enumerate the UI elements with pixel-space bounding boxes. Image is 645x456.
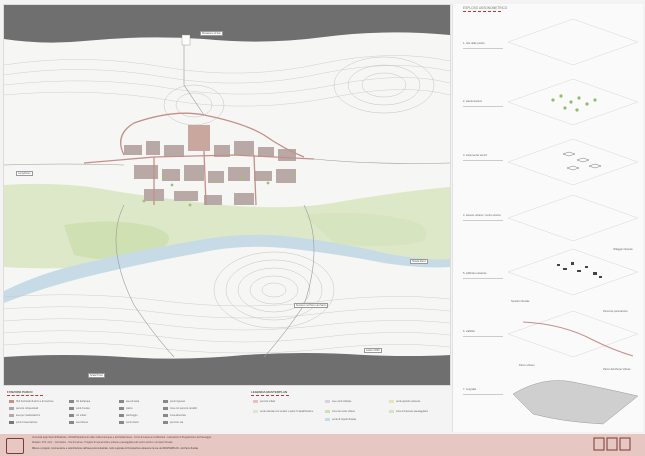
callout-2: Sentiero fluviale (511, 300, 530, 303)
layer-rule-2 (463, 106, 503, 107)
layer-rule-4 (463, 220, 503, 221)
footer-line-1: Università degli Studi di Basilicata - D… (32, 437, 212, 439)
callout-4: Parco urbano (519, 364, 535, 367)
masterplan-map[interactable] (4, 5, 450, 385)
label-riverside: Lungofiume (16, 171, 33, 176)
legend-right-2: verde naturale con sentieri e spazi di r… (253, 410, 313, 413)
map-bottom-band (4, 353, 450, 385)
legend-item-l1: Hub funzionali di arrivo e di ricezione (9, 400, 54, 403)
layer-label-2: 2. piantumazioni (463, 100, 482, 103)
studio-logo-icon (593, 437, 631, 451)
legend-right-4: zone del verde urbano (325, 410, 355, 413)
label-monastery: Monastero di San (200, 31, 223, 36)
legend-item-m2: punti di sosta (69, 407, 90, 410)
legend-right-underline (251, 395, 289, 397)
layer-label-7: 7. orografia (463, 388, 477, 391)
legend-item-m4: area fitness (69, 421, 88, 424)
board: MASTERPLAN DI PROGETTO (0, 0, 645, 456)
legend-right-6: verde agricolo esistente (389, 400, 420, 403)
legend-item-o4: percorso vita (163, 421, 183, 424)
label-right-road: Strada Parco (410, 259, 428, 264)
layer-buildings (557, 262, 602, 278)
layer-trees (551, 94, 597, 112)
callout-1: Villaggio Operaio (613, 248, 633, 251)
legend-item-n2: piazze (119, 407, 133, 410)
town-fabric (124, 125, 296, 205)
callout-5: Parco del Monte Vulture (603, 368, 631, 371)
legend-item-o3: zona attrezzata (163, 414, 186, 417)
footer-line-3: Rilievo e progetto, riconnessione e valo… (32, 448, 199, 450)
layer-plates (507, 18, 639, 358)
layer-label-5: 5. edificato esistente (463, 272, 487, 275)
layer-road (522, 321, 634, 357)
layer-rule-6 (463, 336, 503, 337)
layer-services (562, 151, 602, 171)
legend-right-7: zone di interesse paesaggistico (389, 410, 428, 413)
hill-contours (163, 56, 435, 329)
legend-item-n4: punto ristoro (119, 421, 139, 424)
layer-label-1: 1. rete delle piazze (463, 42, 485, 45)
layer-label-4: 4. tessuto urbano / centro storico (463, 214, 501, 217)
legend-right-5: verde di rispetto fluviale (325, 418, 356, 421)
legend-item-l4: punti di osservazione (9, 421, 38, 424)
monastery-icon (181, 34, 191, 46)
legend-right-1: percorsi urbani (253, 400, 275, 403)
legend-left-title: FUNZIONI PARCO (7, 390, 33, 394)
callout-3: Percorso panoramico (603, 310, 628, 313)
legend-item-l2: percorsi ciclopedonali (9, 407, 38, 410)
label-scale: scala 1:2000 (364, 348, 382, 353)
axonometry-panel: ESPLOSO ASSONOMETRICO 1. rete delle piaz… (452, 4, 643, 432)
masterplan-panel: MASTERPLAN DI PROGETTO (3, 4, 451, 386)
footer-line-2: Relatore: Prof. Arch. - Correlatore - Te… (32, 442, 173, 444)
layer-rule-7 (463, 394, 503, 395)
layer-rule-3 (463, 160, 503, 161)
layer-label-6: 6. viabilità (463, 330, 475, 333)
legend-right-3: aree verdi coltivate (325, 400, 351, 403)
legend-area: FUNZIONI PARCO Hub funzionali di arrivo … (3, 386, 449, 432)
legend-item-m3: orti urbani (69, 414, 86, 417)
label-bottom-box: Scala Provo (88, 373, 105, 378)
label-sacred-hill: Sentiero nel Parco del Sacro (294, 303, 329, 308)
university-logo (6, 438, 24, 454)
legend-item-n1: area di sosta (119, 400, 139, 403)
map-top-band (4, 5, 450, 43)
layer-rule-1 (463, 48, 503, 49)
footer-band: Università degli Studi di Basilicata - D… (0, 434, 645, 456)
legend-item-l3: area per manifestazioni (9, 414, 40, 417)
layer-label-3: 3. sistema dei servizi (463, 154, 488, 157)
legend-right-title: LEGENDA MASTERPLAN (251, 390, 288, 394)
legend-left-underline (7, 395, 43, 397)
layer-terrain (512, 380, 639, 425)
legend-item-o2: zone con percorsi carrabili (163, 407, 197, 410)
legend-item-o1: punto ingresso (163, 400, 185, 403)
legend-item-n3: parcheggio (119, 414, 137, 417)
legend-item-m1: Siti dell'acqua (69, 400, 90, 403)
layer-rule-5 (463, 278, 503, 279)
